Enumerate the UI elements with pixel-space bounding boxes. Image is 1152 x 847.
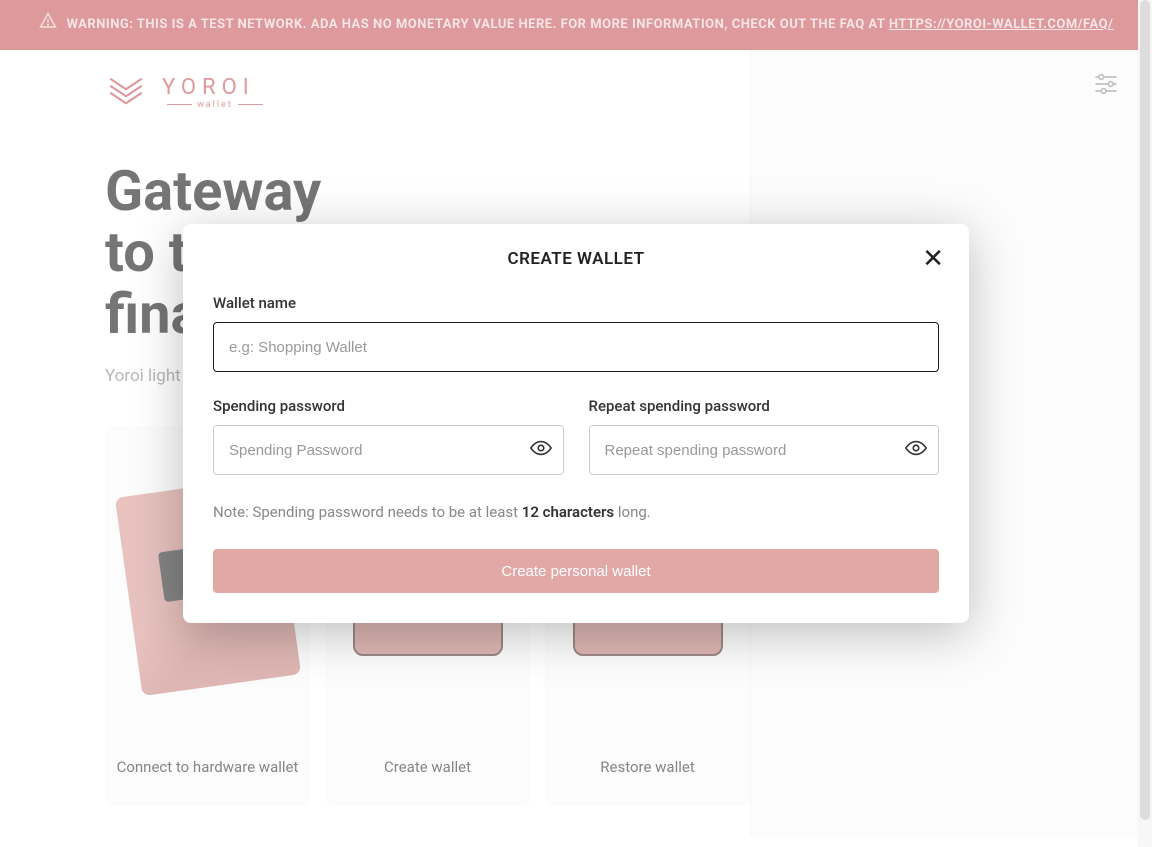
wallet-name-label: Wallet name xyxy=(213,294,939,312)
create-wallet-modal: CREATE WALLET ✕ Wallet name Spending pas… xyxy=(183,224,969,623)
eye-icon xyxy=(530,444,552,463)
spending-password-input[interactable] xyxy=(213,425,564,475)
spending-password-label: Spending password xyxy=(213,397,564,415)
modal-title: CREATE WALLET xyxy=(213,249,939,269)
modal-overlay[interactable]: CREATE WALLET ✕ Wallet name Spending pas… xyxy=(0,0,1152,847)
toggle-password-visibility-button[interactable] xyxy=(530,437,552,463)
repeat-password-label: Repeat spending password xyxy=(589,397,940,415)
toggle-repeat-password-visibility-button[interactable] xyxy=(905,437,927,463)
wallet-name-input[interactable] xyxy=(213,322,939,372)
repeat-password-input[interactable] xyxy=(589,425,940,475)
password-requirement-note: Note: Spending password needs to be at l… xyxy=(213,503,939,521)
close-icon: ✕ xyxy=(922,244,944,274)
close-button[interactable]: ✕ xyxy=(922,246,944,272)
create-personal-wallet-button[interactable]: Create personal wallet xyxy=(213,549,939,593)
eye-icon xyxy=(905,444,927,463)
